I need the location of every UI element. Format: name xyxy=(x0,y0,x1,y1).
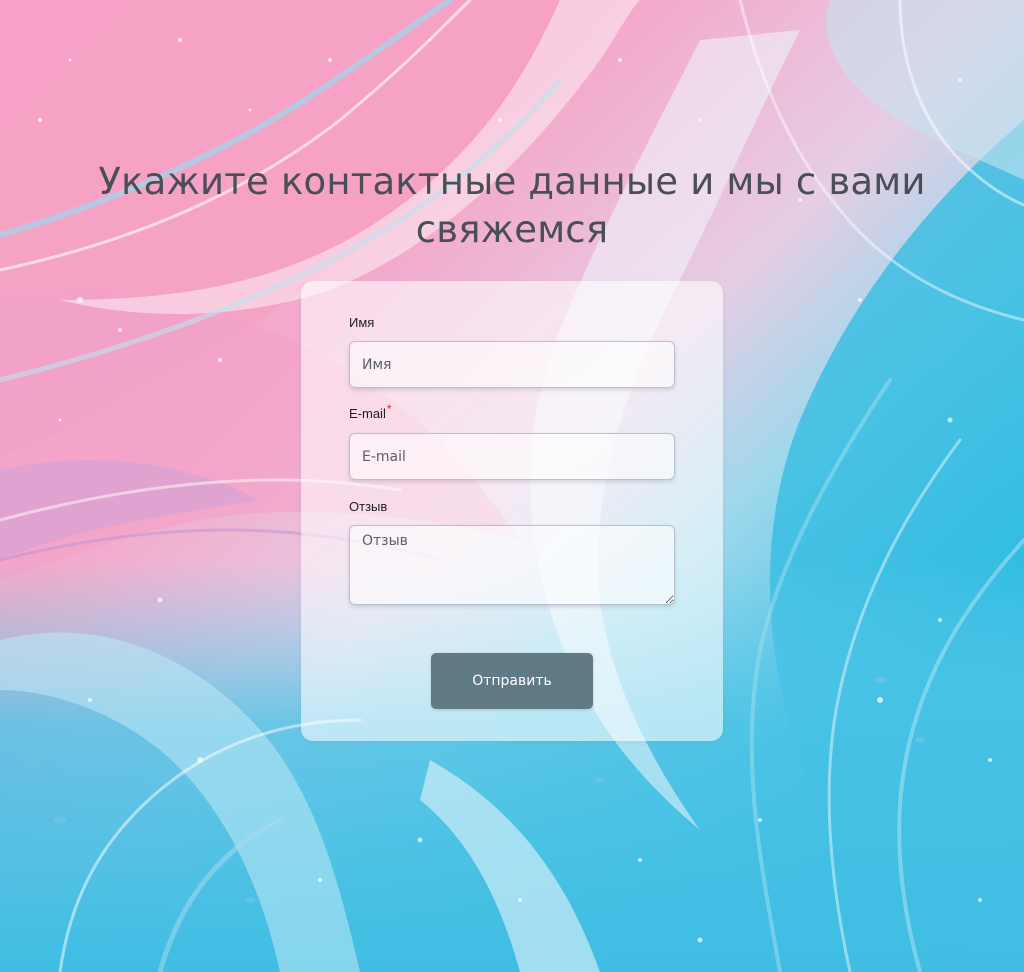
email-label-text: E-mail xyxy=(349,406,386,421)
submit-button[interactable]: Отправить xyxy=(431,653,593,709)
page-heading-line-2: свяжемся xyxy=(415,208,609,251)
review-textarea[interactable] xyxy=(349,525,675,605)
name-label-text: Имя xyxy=(349,315,375,330)
name-input[interactable] xyxy=(349,341,675,388)
page-heading-line-1: Укажите контактные данные и мы с вами xyxy=(98,160,926,203)
email-label: E-mail* xyxy=(349,402,392,421)
required-marker: * xyxy=(386,402,392,416)
name-label: Имя xyxy=(349,315,374,330)
email-input[interactable] xyxy=(349,433,675,480)
review-label-text: Отзыв xyxy=(349,499,388,514)
page-heading: Укажите контактные данные и мы с вами св… xyxy=(0,158,1024,254)
review-label: Отзыв xyxy=(349,499,387,514)
contact-form: Имя E-mail* Отзыв Отправить xyxy=(301,281,723,741)
